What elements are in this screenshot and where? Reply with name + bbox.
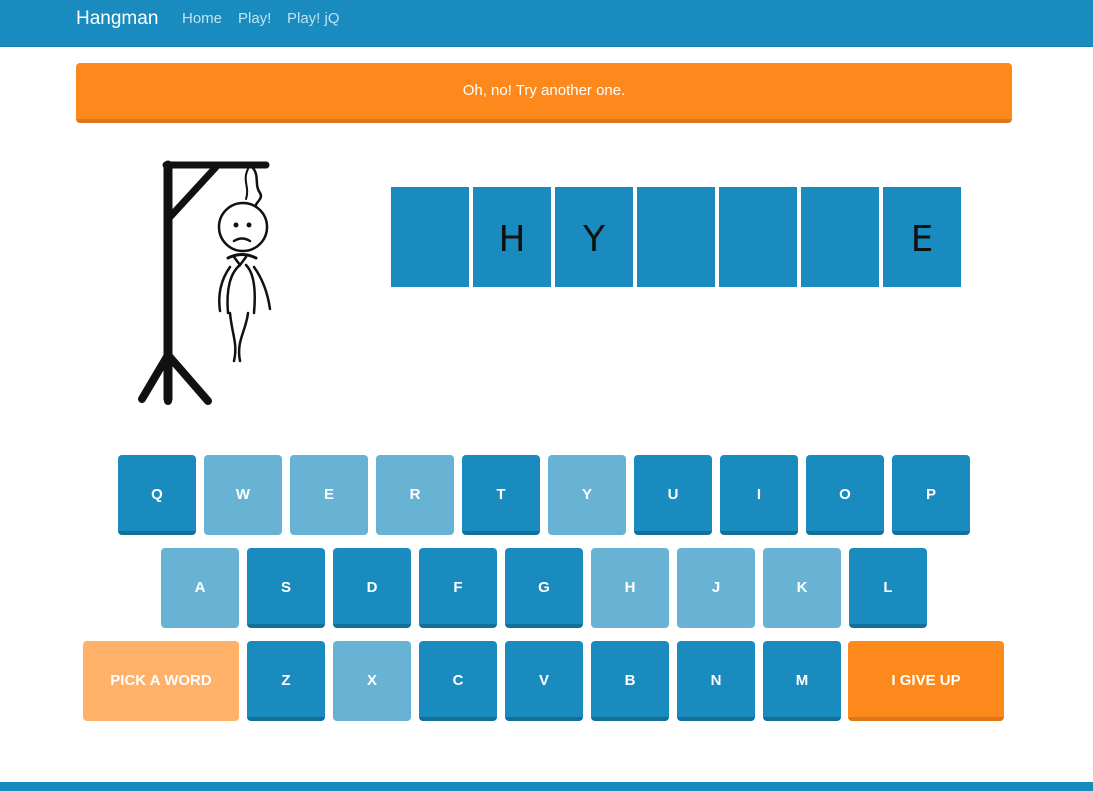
key-g[interactable]: G bbox=[505, 548, 583, 628]
key-f[interactable]: F bbox=[419, 548, 497, 628]
key-a[interactable]: A bbox=[161, 548, 239, 628]
key-p[interactable]: P bbox=[892, 455, 970, 535]
nav-link-play-jq[interactable]: Play! jQ bbox=[287, 10, 340, 28]
key-b[interactable]: B bbox=[591, 641, 669, 721]
key-z[interactable]: Z bbox=[247, 641, 325, 721]
nav-link-play[interactable]: Play! bbox=[238, 10, 271, 28]
key-e[interactable]: E bbox=[290, 455, 368, 535]
key-l[interactable]: L bbox=[849, 548, 927, 628]
word-slot bbox=[719, 187, 797, 287]
word-slot: Y bbox=[555, 187, 633, 287]
key-t[interactable]: T bbox=[462, 455, 540, 535]
key-o[interactable]: O bbox=[806, 455, 884, 535]
word-slot: H bbox=[473, 187, 551, 287]
pick-a-word-button[interactable]: PICK A WORD bbox=[83, 641, 239, 721]
key-j[interactable]: J bbox=[677, 548, 755, 628]
word-slot bbox=[801, 187, 879, 287]
key-q[interactable]: Q bbox=[118, 455, 196, 535]
key-k[interactable]: K bbox=[763, 548, 841, 628]
key-s[interactable]: S bbox=[247, 548, 325, 628]
navbar: Hangman Home Play! Play! jQ bbox=[0, 0, 1093, 47]
hangman-figure-icon bbox=[130, 155, 290, 410]
game-over-alert: Oh, no! Try another one. bbox=[76, 63, 1012, 123]
key-r[interactable]: R bbox=[376, 455, 454, 535]
key-y[interactable]: Y bbox=[548, 455, 626, 535]
key-u[interactable]: U bbox=[634, 455, 712, 535]
key-i[interactable]: I bbox=[720, 455, 798, 535]
word-slot bbox=[637, 187, 715, 287]
brand-link[interactable]: Hangman bbox=[76, 8, 158, 30]
key-n[interactable]: N bbox=[677, 641, 755, 721]
nav-link-home[interactable]: Home bbox=[182, 10, 222, 28]
key-d[interactable]: D bbox=[333, 548, 411, 628]
key-w[interactable]: W bbox=[204, 455, 282, 535]
key-v[interactable]: V bbox=[505, 641, 583, 721]
key-m[interactable]: M bbox=[763, 641, 841, 721]
footer-bar bbox=[0, 782, 1093, 791]
key-c[interactable]: C bbox=[419, 641, 497, 721]
give-up-button[interactable]: I GIVE UP bbox=[848, 641, 1004, 721]
word-slot: E bbox=[883, 187, 961, 287]
key-h[interactable]: H bbox=[591, 548, 669, 628]
word-slot bbox=[391, 187, 469, 287]
key-x[interactable]: X bbox=[333, 641, 411, 721]
alert-message: Oh, no! Try another one. bbox=[462, 82, 626, 99]
